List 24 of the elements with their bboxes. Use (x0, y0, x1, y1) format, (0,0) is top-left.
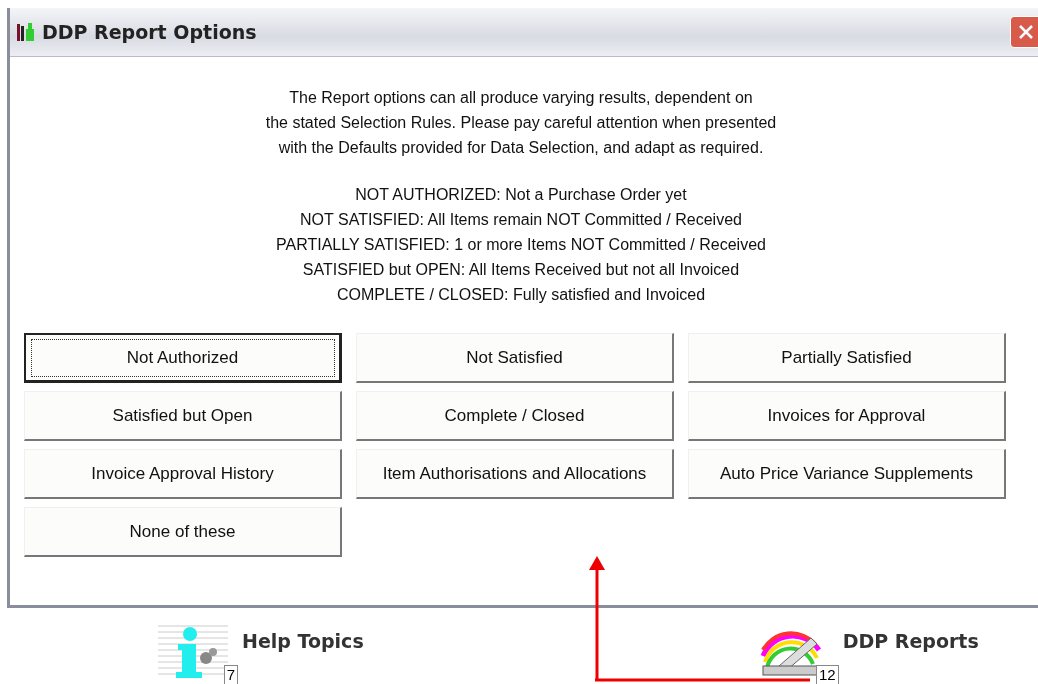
shortcut-link[interactable]: Help Topics (242, 630, 364, 652)
app-icon (15, 21, 37, 43)
report-option-button[interactable]: Partially Satisfied (688, 333, 1006, 383)
report-option-button[interactable]: None of these (24, 507, 342, 557)
rule-text: SATISFIED but OPEN: All Items Received but not all Invoiced (302, 260, 740, 280)
report-option-button[interactable]: Complete / Closed (356, 391, 674, 441)
rule-text: NOT SATISFIED: All Items remain NOT Committed / Received (300, 210, 742, 230)
rule-text: NOT AUTHORIZED: Not a Purchase Order yet (355, 185, 687, 205)
window-title: DDP Report Options (42, 21, 258, 43)
intro-text: The Report options can all produce varying results, dependent on the stated Selection Rules. Please pay careful attention when presented with the Defaults provided for Data Selection, and adapt as required. (264, 88, 778, 158)
report-option-button[interactable]: Invoice Approval History (24, 449, 342, 499)
report-option-button[interactable]: Invoices for Approval (688, 391, 1006, 441)
count-badge: 12 (816, 665, 839, 684)
close-button[interactable] (1010, 16, 1038, 48)
report-option-button[interactable]: Item Authorisations and Allocations (356, 449, 674, 499)
report-option-button[interactable]: Not Authorized (24, 333, 342, 383)
rule-text: COMPLETE / CLOSED: Fully satisfied and Invoiced (336, 285, 706, 305)
rule-text: PARTIALLY SATISFIED: 1 or more Items NOT Committed / Received (276, 235, 766, 255)
report-option-button[interactable]: Satisfied but Open (24, 391, 342, 441)
count-badge: 7 (223, 665, 238, 684)
close-icon (1017, 23, 1035, 41)
report-option-button[interactable]: Auto Price Variance Supplements (688, 449, 1006, 499)
report-option-button[interactable]: Not Satisfied (356, 333, 674, 383)
shortcut-link[interactable]: DDP Reports (842, 630, 979, 652)
